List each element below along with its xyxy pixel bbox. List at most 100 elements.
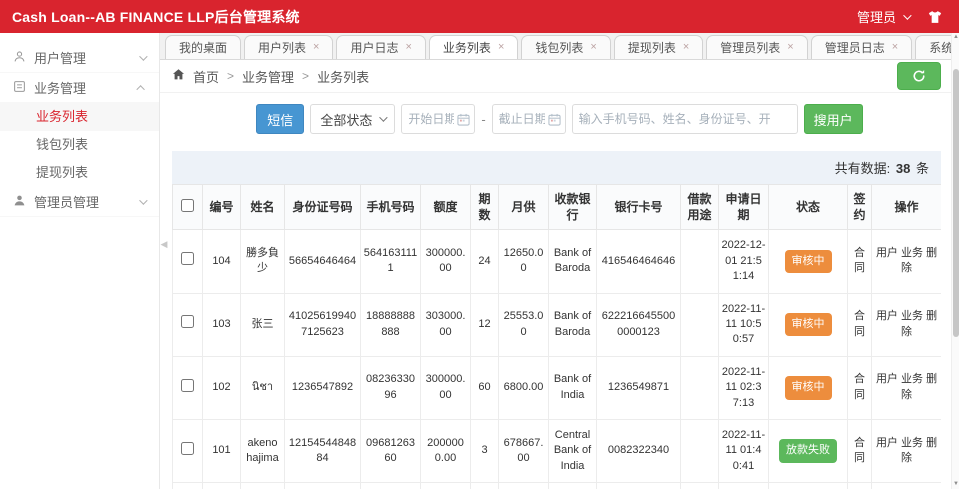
tab-4[interactable]: 钱包列表 × — [521, 35, 610, 59]
search-input[interactable] — [572, 104, 798, 134]
status-badge[interactable]: 放款失败 — [779, 439, 837, 462]
cell-amount: 300000.00 — [421, 356, 471, 419]
action-link-0[interactable]: 用户 — [876, 373, 898, 385]
row-checkbox[interactable] — [181, 252, 194, 265]
vertical-scrollbar[interactable]: ▲ ▼ — [951, 33, 959, 489]
search-user-button[interactable]: 搜用户 — [804, 104, 863, 134]
cell-bank: Bank of India — [549, 483, 597, 489]
record-count-value: 38 — [896, 161, 910, 176]
close-icon[interactable]: × — [313, 42, 319, 53]
breadcrumb-item-1[interactable]: 业务管理 — [242, 67, 294, 86]
scroll-up-icon[interactable]: ▲ — [952, 34, 959, 40]
column-header: 额度 — [421, 185, 471, 230]
start-date-input[interactable] — [401, 104, 475, 134]
column-header: 月供 — [499, 185, 549, 230]
sidebar-group-1[interactable]: 业务管理 — [0, 73, 159, 103]
sidebar-group-0[interactable]: 用户管理 — [0, 43, 159, 73]
cell-card: 416546464646 — [597, 230, 681, 293]
status-badge[interactable]: 审核中 — [785, 376, 832, 399]
content-area: 我的桌面 用户列表 × 用户日志 × 业务列表 × 钱包列表 × 提现列表 × … — [160, 33, 959, 489]
row-checkbox[interactable] — [181, 315, 194, 328]
status-badge[interactable]: 审核中 — [785, 250, 832, 273]
cell-phone: 0968126360 — [361, 419, 421, 482]
cell-periods: 24 — [471, 230, 499, 293]
contract-link[interactable]: 合同 — [854, 247, 865, 274]
tab-2[interactable]: 用户日志 × — [336, 35, 425, 59]
contract-link[interactable]: 合同 — [854, 437, 865, 464]
cell-purpose — [681, 356, 719, 419]
contract-link[interactable]: 合同 — [854, 373, 865, 400]
sidebar-collapse-handle[interactable]: ◀ — [158, 234, 170, 254]
cell-monthly: 25553.00 — [499, 293, 549, 356]
cell-purpose — [681, 483, 719, 489]
close-icon[interactable]: × — [683, 42, 689, 53]
tab-3[interactable]: 业务列表 × — [429, 35, 518, 59]
user-menu[interactable]: 管理员 — [857, 7, 909, 26]
sidebar-group-2[interactable]: 管理员管理 — [0, 187, 159, 217]
select-all-cell — [173, 185, 203, 230]
app-title: Cash Loan--AB FINANCE LLP后台管理系统 — [12, 7, 300, 27]
cell-purpose — [681, 293, 719, 356]
action-link-1[interactable]: 业务 — [901, 373, 923, 385]
sms-button[interactable]: 短信 — [256, 104, 304, 134]
breadcrumb-item-2[interactable]: 业务列表 — [317, 67, 369, 86]
sidebar-item-1-1[interactable]: 钱包列表 — [0, 131, 159, 159]
scrollbar-thumb[interactable] — [953, 69, 959, 337]
column-header: 姓名 — [241, 185, 285, 230]
close-icon[interactable]: × — [498, 42, 504, 53]
tab-1[interactable]: 用户列表 × — [244, 35, 333, 59]
row-select-cell — [173, 230, 203, 293]
table-row: 101akeno hajima1215454484884096812636020… — [173, 419, 942, 482]
status-badge[interactable]: 审核中 — [785, 313, 832, 336]
column-header: 身份证号码 — [285, 185, 361, 230]
chevron-down-icon — [379, 113, 387, 121]
action-link-0[interactable]: 用户 — [876, 247, 898, 259]
action-link-0[interactable]: 用户 — [876, 310, 898, 322]
cell-id_card: 1236547892 — [285, 356, 361, 419]
cell-actions: 用户 业务 删除 — [872, 293, 942, 356]
cell-status: 审核通过 — [769, 483, 848, 489]
cell-bank: Central Bank of India — [549, 419, 597, 482]
action-link-0[interactable]: 用户 — [876, 437, 898, 449]
row-checkbox[interactable] — [181, 379, 194, 392]
tab-6[interactable]: 管理员列表 × — [706, 35, 807, 59]
cell-card: 1236549871 — [597, 356, 681, 419]
close-icon[interactable]: × — [892, 42, 898, 53]
action-link-1[interactable]: 业务 — [901, 310, 923, 322]
status-select[interactable]: 全部状态 — [310, 104, 395, 134]
sidebar-item-1-2[interactable]: 提现列表 — [0, 159, 159, 187]
row-checkbox[interactable] — [181, 442, 194, 455]
cell-card: 17384884848848 — [597, 483, 681, 489]
contract-link[interactable]: 合同 — [854, 310, 865, 337]
cell-phone: 0823633096 — [361, 356, 421, 419]
breadcrumb-item-0[interactable]: 首页 — [193, 67, 219, 86]
close-icon[interactable]: × — [405, 42, 411, 53]
row-select-cell — [173, 483, 203, 489]
tab-7[interactable]: 管理员日志 × — [811, 35, 912, 59]
chevron-down-icon — [903, 11, 911, 19]
column-header: 收款银行 — [549, 185, 597, 230]
close-icon[interactable]: × — [590, 42, 596, 53]
shirt-icon[interactable] — [927, 9, 943, 25]
end-date-input[interactable] — [492, 104, 566, 134]
tab-5[interactable]: 提现列表 × — [614, 35, 703, 59]
row-select-cell — [173, 356, 203, 419]
scroll-down-icon[interactable]: ▼ — [952, 481, 959, 487]
table-header-row: 编号姓名身份证号码手机号码额度期数月供收款银行银行卡号借款用途申请日期状态签约操… — [173, 185, 942, 230]
close-icon[interactable]: × — [787, 42, 793, 53]
sidebar-item-1-0[interactable]: 业务列表 — [0, 103, 159, 131]
column-header: 期数 — [471, 185, 499, 230]
tab-0[interactable]: 我的桌面 — [165, 35, 241, 59]
refresh-button[interactable] — [897, 62, 941, 90]
status-select-value: 全部状态 — [320, 110, 372, 129]
chevron-down-icon — [139, 196, 147, 204]
record-count-label: 共有数据: — [835, 161, 891, 176]
main-area: 用户管理 业务管理 业务列表钱包列表提现列表 管理员管理 我的桌面 用户列表 ×… — [0, 33, 959, 489]
action-link-1[interactable]: 业务 — [901, 247, 923, 259]
topbar: Cash Loan--AB FINANCE LLP后台管理系统 管理员 — [0, 0, 959, 33]
action-link-1[interactable]: 业务 — [901, 437, 923, 449]
cell-phone: 5641631111 — [361, 230, 421, 293]
tab-label: 管理员日志 — [825, 39, 885, 56]
select-all-checkbox[interactable] — [181, 199, 194, 212]
cell-name: 勝多負少 — [241, 230, 285, 293]
